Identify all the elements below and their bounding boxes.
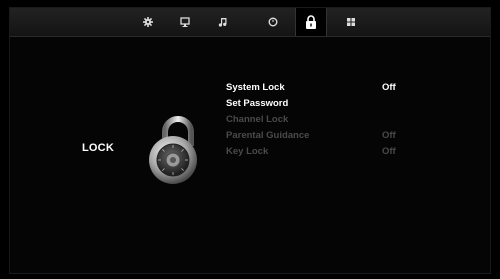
grid-icon [347,18,355,26]
tab-picture[interactable] [170,8,200,36]
gear-icon [143,17,153,27]
tab-audio[interactable] [208,8,238,36]
menu-item-parental-guidance[interactable]: Parental Guidance Off [226,128,426,144]
lock-settings-menu: System Lock Off Set Password Channel Loc… [226,80,426,160]
menu-item-label: System Lock [226,82,285,93]
tab-general[interactable] [133,8,163,36]
tab-time[interactable] [258,8,288,36]
music-note-icon [218,18,227,27]
menu-item-value: Off [382,130,396,141]
settings-tab-bar [10,8,490,37]
menu-item-label: Set Password [226,98,289,109]
menu-item-channel-lock[interactable]: Channel Lock [226,112,426,128]
menu-item-label: Parental Guidance [226,130,310,141]
padlock-icon [306,15,316,29]
monitor-icon [180,17,190,27]
menu-item-set-password[interactable]: Set Password [226,96,426,112]
tab-option[interactable] [336,8,366,36]
menu-item-label: Key Lock [226,146,269,157]
menu-item-system-lock[interactable]: System Lock Off [226,80,426,96]
page-title: LOCK [82,142,114,154]
menu-item-value: Off [382,146,396,157]
tv-settings-screen: LOCK System Lock Off Set Password Channe… [9,7,491,274]
menu-item-value: Off [382,82,396,93]
menu-item-key-lock[interactable]: Key Lock Off [226,144,426,160]
combination-lock-icon [149,116,197,184]
clock-icon [268,17,278,27]
tab-lock[interactable] [295,8,327,36]
menu-item-label: Channel Lock [226,114,289,125]
